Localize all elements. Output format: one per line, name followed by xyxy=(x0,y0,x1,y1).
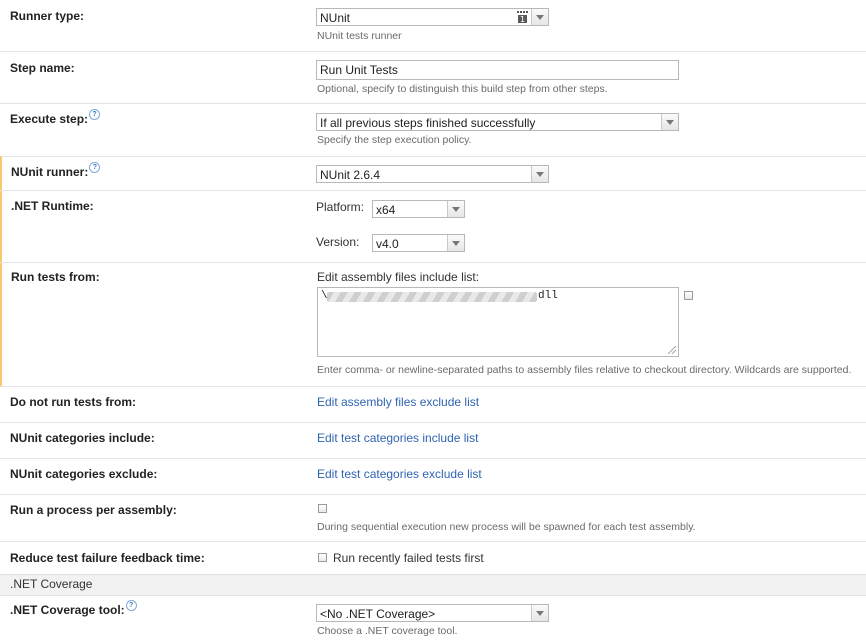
assembly-include-textarea[interactable]: \ dll xyxy=(317,287,679,357)
textarea-expand-checkbox[interactable] xyxy=(684,291,693,300)
question-circle-icon[interactable]: ? xyxy=(89,162,101,173)
do-not-run-row: Do not run tests from: Edit assembly fil… xyxy=(0,386,866,423)
chevron-down-icon[interactable] xyxy=(531,9,548,25)
coverage-tool-value: <No .NET Coverage> xyxy=(320,607,436,621)
process-per-assembly-hint: During sequential execution new process … xyxy=(317,521,696,533)
chevron-down-icon[interactable] xyxy=(531,166,548,182)
process-per-assembly-checkbox[interactable] xyxy=(318,504,327,513)
chevron-down-icon[interactable] xyxy=(531,605,548,621)
execute-step-hint: Specify the step execution policy. xyxy=(317,134,472,146)
categories-include-label: NUnit categories include: xyxy=(10,431,155,445)
coverage-tool-row: .NET Coverage tool:? <No .NET Coverage> … xyxy=(0,596,866,643)
process-per-assembly-label: Run a process per assembly: xyxy=(10,503,177,517)
edit-assembly-exclude-link[interactable]: Edit assembly files exclude list xyxy=(317,395,479,409)
step-name-label: Step name: xyxy=(10,61,75,75)
version-value: v4.0 xyxy=(376,237,399,251)
edit-assembly-include-label: Edit assembly files include list: xyxy=(317,270,480,284)
run-tests-from-label: Run tests from: xyxy=(11,270,100,284)
nunit-runner-label-text: NUnit runner: xyxy=(11,165,89,179)
coverage-tool-label-text: .NET Coverage tool: xyxy=(10,603,125,617)
question-circle-icon[interactable]: ? xyxy=(125,600,137,611)
platform-label: Platform: xyxy=(316,200,365,214)
edit-categories-exclude-link[interactable]: Edit test categories exclude list xyxy=(317,467,482,481)
version-label: Version: xyxy=(316,235,360,249)
platform-select[interactable]: x64 xyxy=(372,200,465,218)
chevron-down-icon[interactable] xyxy=(661,114,678,130)
redacted-path xyxy=(327,292,537,302)
execute-step-select[interactable]: If all previous steps finished successfu… xyxy=(316,113,679,131)
resize-handle-icon[interactable] xyxy=(668,346,676,354)
categories-include-row: NUnit categories include: Edit test cate… xyxy=(0,422,866,459)
nunit-runner-select[interactable]: NUnit 2.6.4 xyxy=(316,165,549,183)
coverage-section-title: .NET Coverage xyxy=(10,577,93,591)
chevron-down-icon[interactable] xyxy=(447,201,464,217)
edit-categories-include-link[interactable]: Edit test categories include list xyxy=(317,431,478,445)
step-name-hint: Optional, specify to distinguish this bu… xyxy=(317,83,608,95)
step-name-input[interactable] xyxy=(316,60,679,80)
run-failed-first-label[interactable]: Run recently failed tests first xyxy=(333,551,484,565)
run-tests-from-hint: Enter comma- or newline-separated paths … xyxy=(317,364,852,376)
run-failed-first-checkbox[interactable] xyxy=(318,553,327,562)
process-per-assembly-row: Run a process per assembly: During seque… xyxy=(0,494,866,542)
runner-type-value: NUnit xyxy=(320,11,351,25)
runner-type-label: Runner type: xyxy=(10,9,85,23)
net-runtime-row: .NET Runtime: Platform: x64 Version: v4.… xyxy=(0,190,866,263)
nunit-runner-row: NUnit runner:? NUnit 2.6.4 xyxy=(0,156,866,191)
nunit-runner-label: NUnit runner:? xyxy=(11,162,101,179)
svg-text:1: 1 xyxy=(520,15,525,23)
categories-exclude-row: NUnit categories exclude: Edit test cate… xyxy=(0,458,866,495)
execute-step-value: If all previous steps finished successfu… xyxy=(320,116,536,130)
execute-step-label: Execute step:? xyxy=(10,109,101,126)
platform-value: x64 xyxy=(376,203,396,217)
path-suffix: dll xyxy=(538,290,558,302)
execute-step-label-text: Execute step: xyxy=(10,112,89,126)
step-name-row: Step name: Optional, specify to distingu… xyxy=(0,51,866,104)
runner-type-row: Runner type: NUnit 1 NUnit tests runner xyxy=(0,0,866,52)
reduce-feedback-label: Reduce test failure feedback time: xyxy=(10,551,205,565)
net-runtime-label: .NET Runtime: xyxy=(11,199,94,213)
nunit-runner-icon: 1 xyxy=(517,11,528,24)
coverage-tool-hint: Choose a .NET coverage tool. xyxy=(317,625,458,637)
execute-step-row: Execute step:? If all previous steps fin… xyxy=(0,103,866,156)
do-not-run-label: Do not run tests from: xyxy=(10,395,136,409)
question-circle-icon[interactable]: ? xyxy=(89,109,101,120)
runner-type-select[interactable]: NUnit 1 xyxy=(316,8,549,26)
categories-exclude-label: NUnit categories exclude: xyxy=(10,467,158,481)
coverage-section-header: .NET Coverage xyxy=(0,574,866,596)
nunit-runner-value: NUnit 2.6.4 xyxy=(320,168,381,182)
runner-type-hint: NUnit tests runner xyxy=(317,30,402,42)
coverage-tool-label: .NET Coverage tool:? xyxy=(10,600,137,617)
reduce-feedback-row: Reduce test failure feedback time: Run r… xyxy=(0,541,866,575)
chevron-down-icon[interactable] xyxy=(447,235,464,251)
coverage-tool-select[interactable]: <No .NET Coverage> xyxy=(316,604,549,622)
version-select[interactable]: v4.0 xyxy=(372,234,465,252)
